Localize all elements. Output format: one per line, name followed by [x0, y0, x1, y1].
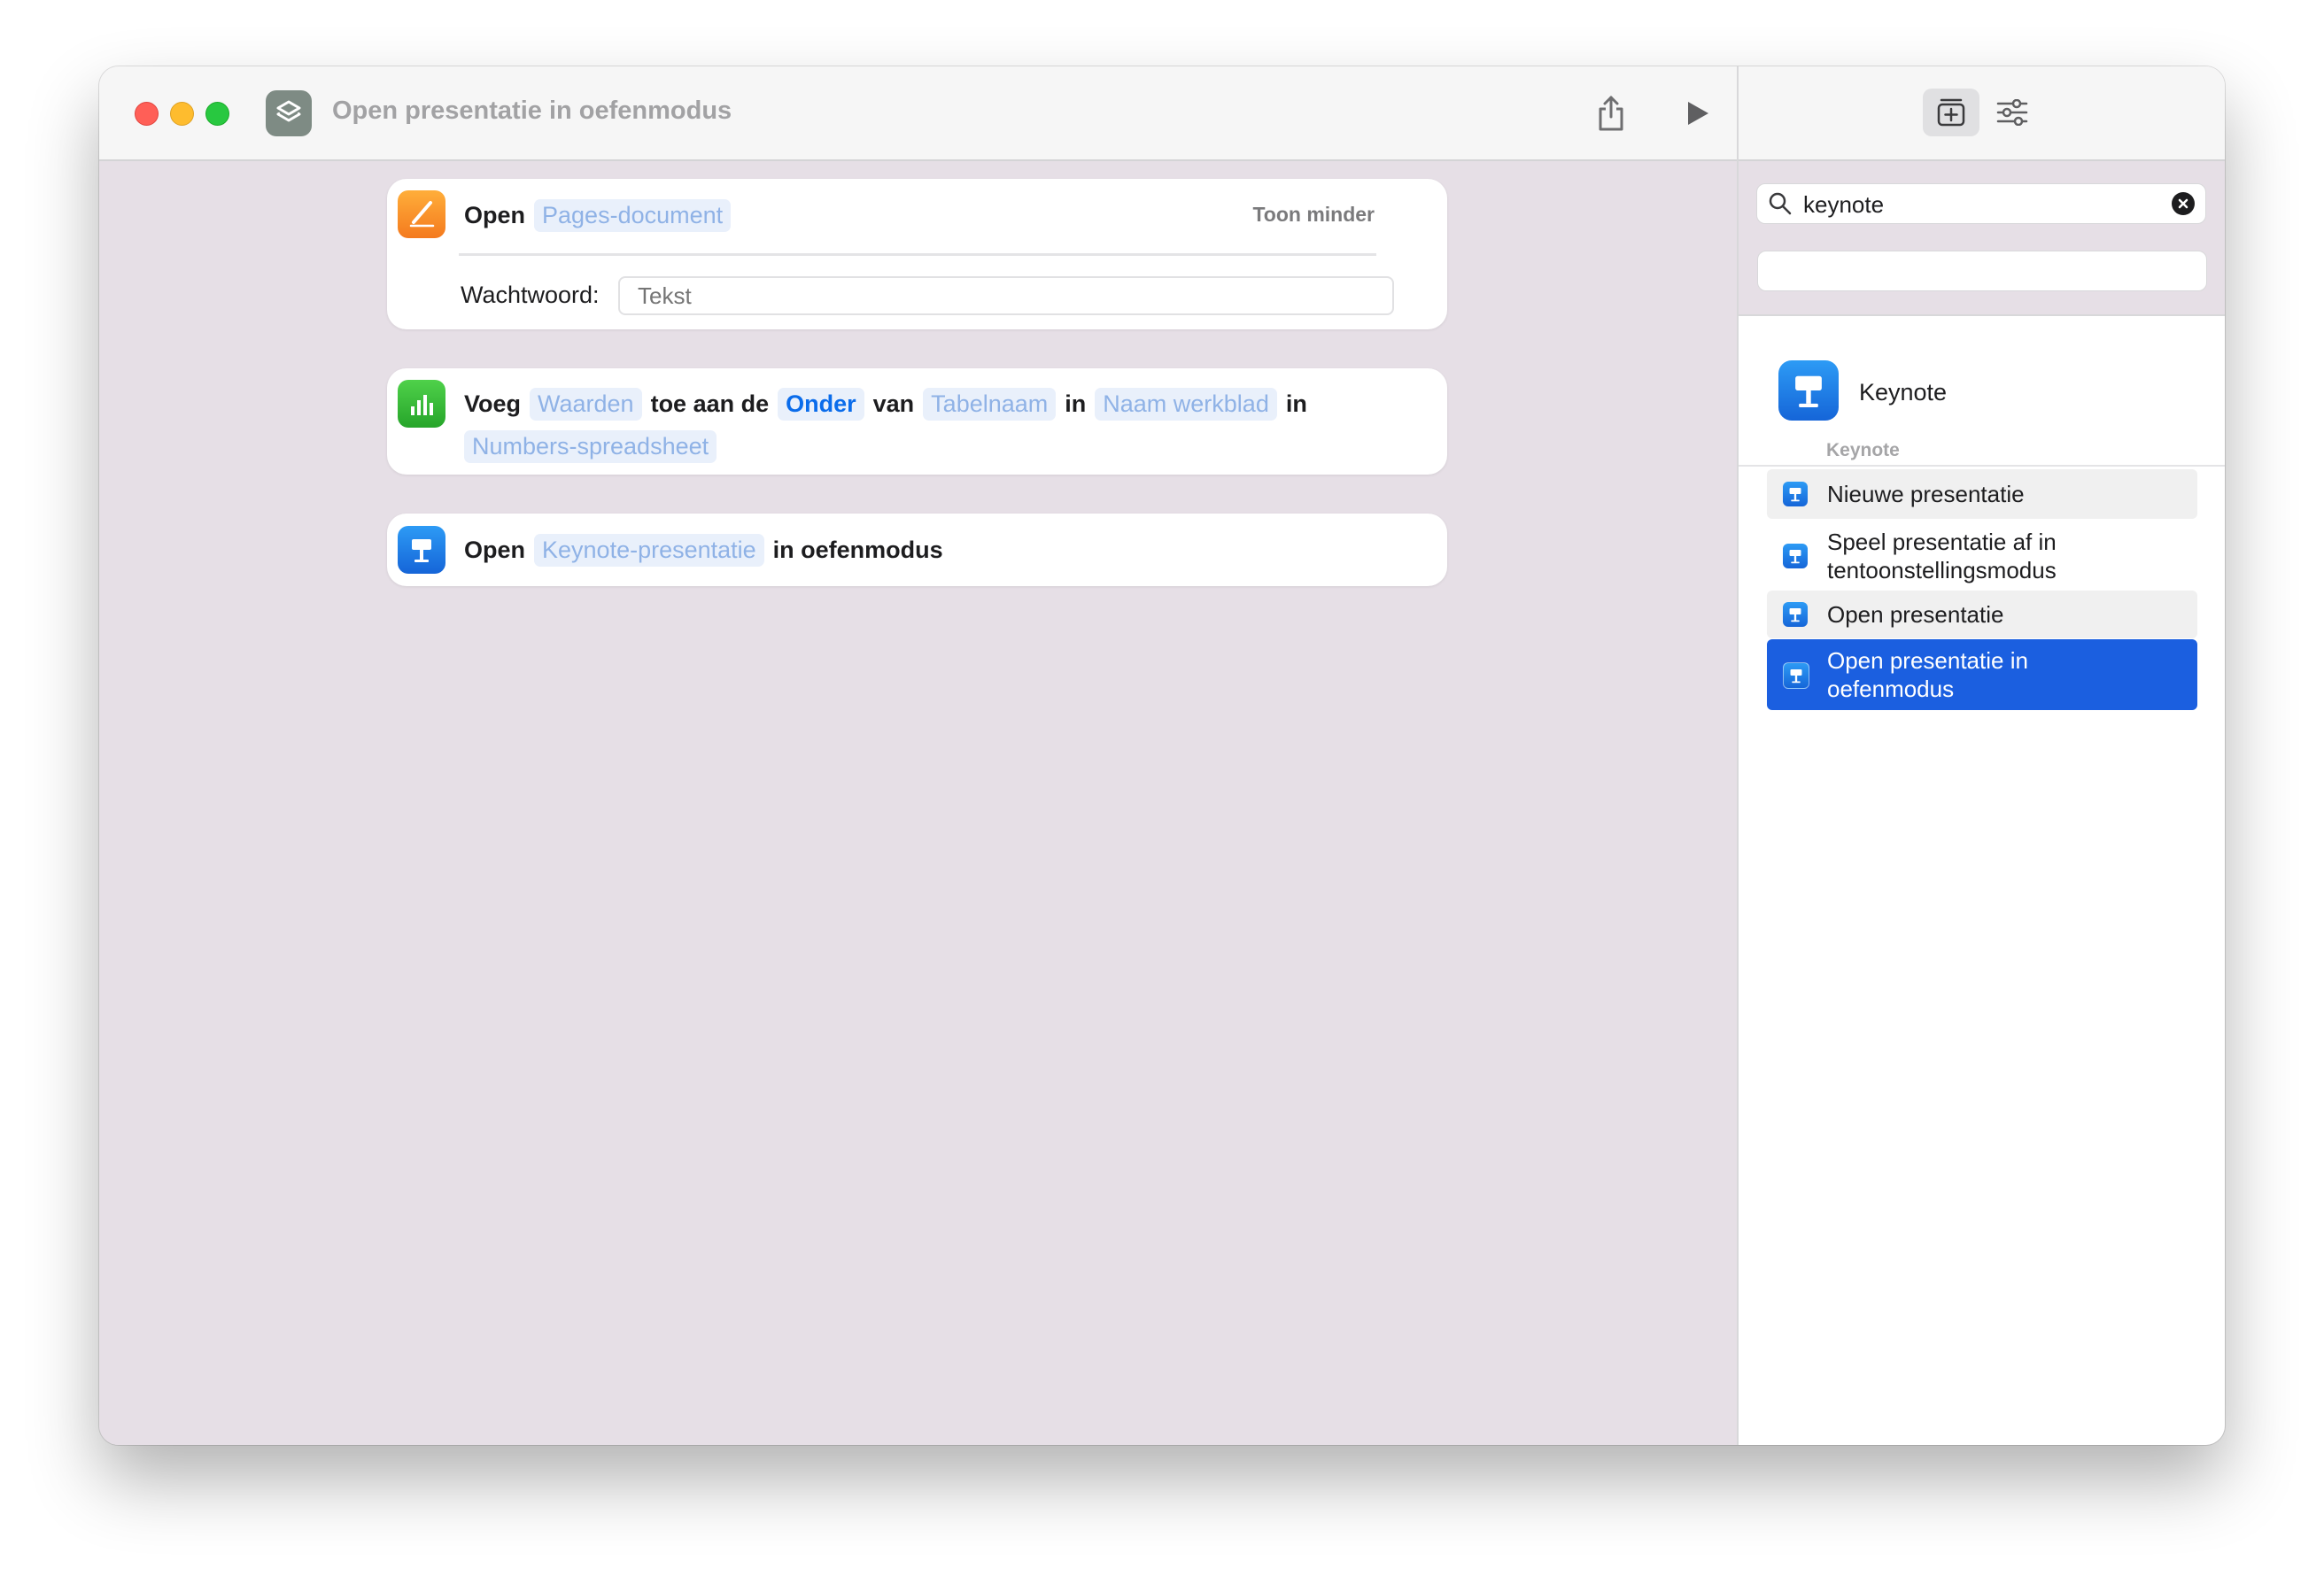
numbers-app-icon [398, 380, 445, 428]
action-verb: Open [464, 201, 526, 228]
show-less-button[interactable]: Toon minder [1252, 203, 1375, 227]
action-line: Numbers-spreadsheet [464, 429, 725, 464]
table-name-parameter[interactable]: Tabelnaam [923, 387, 1057, 421]
window-title[interactable]: Open presentatie in oefenmodus [332, 97, 732, 126]
action-item-play-exhibition[interactable]: Speel presentatie af in tentoonstellings… [1767, 523, 2197, 589]
share-button[interactable] [1589, 91, 1633, 135]
shortcut-icon[interactable] [266, 90, 312, 136]
password-field[interactable] [618, 276, 1394, 315]
bar-chart-icon [411, 395, 433, 415]
sliders-icon [1996, 99, 2028, 126]
action-text: in [1065, 390, 1087, 417]
action-text: in oefenmodus [772, 536, 943, 563]
action-text: toe aan de [650, 390, 770, 417]
action-card-numbers[interactable]: Voeg Waarden toe aan de Onder van Tabeln… [387, 368, 1447, 475]
section-title: Keynote [1826, 440, 1900, 460]
action-item-open-presentation[interactable]: Open presentatie [1767, 591, 2197, 638]
sheet-name-parameter[interactable]: Naam werkblad [1095, 387, 1277, 421]
action-text: in [1285, 390, 1307, 417]
numbers-spreadsheet-parameter[interactable]: Numbers-spreadsheet [464, 429, 717, 463]
pencil-icon [409, 201, 435, 228]
add-action-icon [1937, 98, 1965, 127]
minimize-window-button[interactable] [170, 102, 194, 126]
values-parameter[interactable]: Waarden [530, 387, 642, 421]
keynote-small-icon [1783, 602, 1808, 627]
action-verb: Open [464, 536, 526, 563]
search-input[interactable] [1801, 184, 2159, 225]
position-parameter[interactable]: Onder [778, 387, 864, 421]
search-icon [1769, 192, 1792, 215]
layers-icon [276, 100, 301, 122]
password-label: Wachtwoord: [461, 282, 600, 308]
action-library-sidebar [1737, 66, 2225, 1445]
close-icon [2178, 198, 2188, 209]
play-icon [1688, 102, 1708, 125]
podium-icon [1789, 607, 1801, 622]
titlebar: Open presentatie in oefenmodus [99, 66, 1737, 161]
action-item-open-practice-mode[interactable]: Open presentatie in oefenmodus [1767, 639, 2197, 710]
keynote-small-icon [1783, 482, 1808, 506]
action-card-pages[interactable]: Open Pages-document Toon minder Wachtwoo… [387, 179, 1447, 329]
podium-icon [412, 539, 431, 562]
action-item-label: Open presentatie [1827, 601, 2004, 628]
podium-icon [1789, 487, 1801, 502]
pages-app-icon [398, 190, 445, 238]
action-item-label: Speel presentatie af in tentoonstellings… [1827, 529, 2057, 583]
action-card-keynote[interactable]: Open Keynote-presentatie in oefenmodus [387, 514, 1447, 586]
keynote-app-icon [398, 526, 445, 574]
divider [459, 253, 1376, 256]
action-line: Open Keynote-presentatie in oefenmodus [464, 532, 952, 568]
pages-document-parameter[interactable]: Pages-document [534, 198, 732, 232]
keynote-small-icon [1783, 544, 1808, 568]
action-line: Voeg Waarden toe aan de Onder van Tabeln… [464, 386, 1316, 421]
podium-icon [1790, 668, 1802, 684]
app-result-name: Keynote [1859, 379, 1948, 406]
share-icon [1599, 96, 1623, 131]
podium-icon [1789, 549, 1801, 564]
shortcut-settings-button[interactable] [1988, 89, 2036, 136]
run-button[interactable] [1676, 91, 1720, 135]
close-window-button[interactable] [135, 102, 159, 126]
app-result-keynote[interactable]: Keynote [1739, 316, 2225, 467]
sidebar-toolbar [1739, 66, 2225, 161]
keynote-small-icon [1783, 662, 1809, 689]
search-box[interactable] [1757, 251, 2207, 291]
shortcut-editor: Open presentatie in oefenmodus Open Page… [99, 66, 1737, 1445]
keynote-presentation-parameter[interactable]: Keynote-presentatie [534, 533, 764, 567]
search-field[interactable] [1756, 183, 2206, 225]
clear-search-button[interactable] [2172, 192, 2195, 215]
action-item-label: Nieuwe presentatie [1827, 481, 2025, 507]
action-verb: Voeg [464, 390, 522, 417]
shortcuts-window: Open presentatie in oefenmodus Open Page… [99, 66, 2225, 1445]
action-item-new-presentation[interactable]: Nieuwe presentatie [1767, 469, 2197, 519]
podium-icon [1795, 375, 1822, 407]
action-text: van [872, 390, 915, 417]
keynote-app-icon [1778, 360, 1839, 421]
action-item-label: Open presentatie in oefenmodus [1827, 647, 2028, 702]
zoom-window-button[interactable] [205, 102, 229, 126]
action-line: Open Pages-document [464, 197, 740, 233]
action-library-button[interactable] [1923, 89, 1979, 136]
